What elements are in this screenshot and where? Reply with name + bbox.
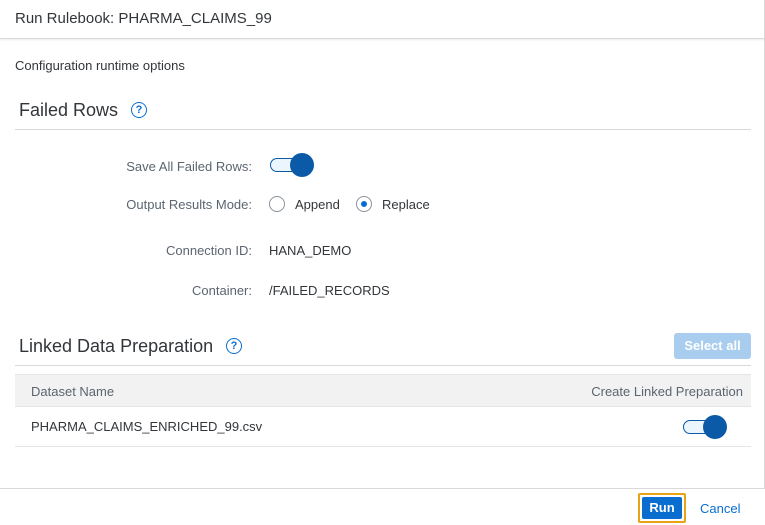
run-button[interactable]: Run: [642, 497, 682, 519]
radio-selected-dot: [361, 201, 367, 207]
linked-prep-heading: Linked Data Preparation: [19, 336, 214, 356]
output-results-mode-label: Output Results Mode:: [126, 197, 252, 212]
failed-rows-section-header: Failed Rows ?: [15, 94, 751, 130]
select-all-button[interactable]: Select all: [674, 333, 751, 359]
run-rulebook-dialog: Run Rulebook: PHARMA_CLAIMS_99 Configura…: [0, 0, 765, 525]
radio-append-label: Append: [295, 197, 340, 212]
radio-replace-circle: [356, 196, 372, 212]
question-mark-circle-icon[interactable]: ?: [131, 102, 147, 118]
connection-id-value: HANA_DEMO: [269, 243, 352, 258]
column-header-dataset-name: Dataset Name: [31, 384, 115, 399]
container-value: /FAILED_RECORDS: [269, 283, 390, 298]
question-mark-circle-icon[interactable]: ?: [226, 338, 242, 354]
connection-id-label: Connection ID:: [166, 243, 252, 258]
linked-prep-table: Dataset Name Create Linked Preparation P…: [15, 374, 751, 447]
create-linked-preparation-toggle[interactable]: [683, 415, 727, 439]
cancel-button[interactable]: Cancel: [700, 501, 740, 516]
container-label: Container:: [192, 283, 252, 298]
dialog-subtitle: Configuration runtime options: [15, 58, 185, 73]
dialog-title: Run Rulebook: PHARMA_CLAIMS_99: [15, 10, 272, 27]
failed-rows-heading: Failed Rows: [19, 100, 119, 120]
column-header-create-linked: Create Linked Preparation: [591, 384, 743, 399]
dialog-footer: Run Cancel: [0, 488, 765, 525]
save-all-failed-rows-label: Save All Failed Rows:: [126, 159, 252, 174]
linked-prep-section-header: Linked Data Preparation ?: [15, 330, 751, 366]
table-row: PHARMA_CLAIMS_ENRICHED_99.csv: [15, 407, 751, 447]
dialog-header: Run Rulebook: PHARMA_CLAIMS_99: [0, 0, 765, 39]
save-all-failed-rows-toggle[interactable]: [270, 153, 314, 177]
toggle-knob: [290, 153, 314, 177]
radio-replace-label: Replace: [382, 197, 430, 212]
toggle-knob: [703, 415, 727, 439]
run-button-focus-ring: Run: [638, 493, 686, 523]
radio-append-circle: [269, 196, 285, 212]
dataset-name-cell: PHARMA_CLAIMS_ENRICHED_99.csv: [31, 419, 263, 434]
table-header: Dataset Name Create Linked Preparation: [15, 374, 751, 407]
